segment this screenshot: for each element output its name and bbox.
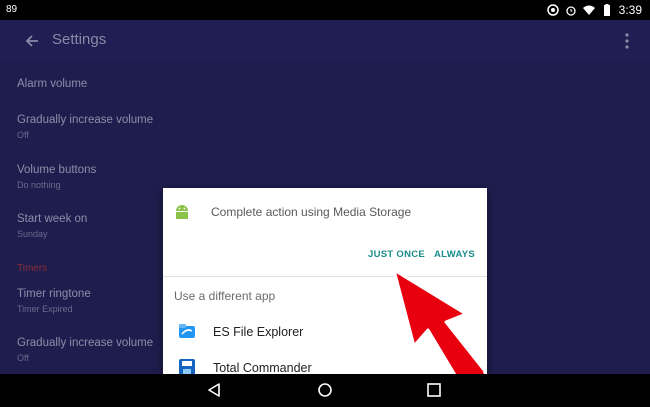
use-different-app-label: Use a different app (174, 289, 276, 303)
setting-title: Alarm volume (17, 78, 88, 90)
dialog-header: Complete action using Media Storage (163, 188, 487, 236)
dialog-divider (163, 276, 487, 277)
status-icons: 3:39 (546, 3, 642, 17)
back-arrow-icon[interactable] (22, 31, 42, 51)
nav-back-icon[interactable] (206, 382, 222, 398)
overflow-menu-icon[interactable] (624, 31, 630, 51)
status-time: 3:39 (618, 3, 642, 17)
sync-icon (546, 4, 559, 16)
always-button[interactable]: ALWAYS (434, 249, 475, 260)
nav-recent-apps-icon[interactable] (427, 383, 441, 397)
dialog-title: Complete action using Media Storage (211, 205, 412, 219)
setting-subtitle: Off (17, 130, 29, 140)
status-bar: 89 3:39 (0, 0, 650, 20)
nav-home-icon[interactable] (317, 382, 333, 398)
page-title: Settings (52, 31, 107, 48)
setting-title: Volume buttons (17, 164, 97, 176)
section-header-timers: Timers (17, 263, 48, 274)
es-file-explorer-icon (179, 324, 195, 338)
app-option-es-file-explorer[interactable]: ES File Explorer (163, 315, 487, 351)
battery-level-indicator: 89 (6, 4, 18, 15)
app-name: ES File Explorer (213, 325, 304, 339)
just-once-button[interactable]: JUST ONCE (368, 249, 425, 260)
dialog-actions: JUST ONCE ALWAYS (163, 246, 487, 266)
alarm-icon (565, 6, 576, 16)
setting-gradually-increase-volume[interactable]: Gradually increase volume Off (17, 114, 417, 140)
android-icon (176, 205, 188, 219)
setting-title: Gradually increase volume (17, 114, 154, 126)
setting-volume-buttons[interactable]: Volume buttons Do nothing (17, 164, 417, 190)
complete-action-dialog: Complete action using Media Storage JUST… (163, 188, 487, 374)
total-commander-icon (179, 359, 195, 374)
app-name: Total Commander (213, 361, 312, 374)
battery-icon (603, 4, 610, 16)
app-option-total-commander[interactable]: Total Commander (163, 351, 487, 374)
navigation-bar (0, 374, 650, 407)
setting-alarm-volume[interactable]: Alarm volume (17, 78, 417, 90)
app-bar: Settings (0, 20, 650, 62)
wifi-icon (582, 5, 595, 15)
